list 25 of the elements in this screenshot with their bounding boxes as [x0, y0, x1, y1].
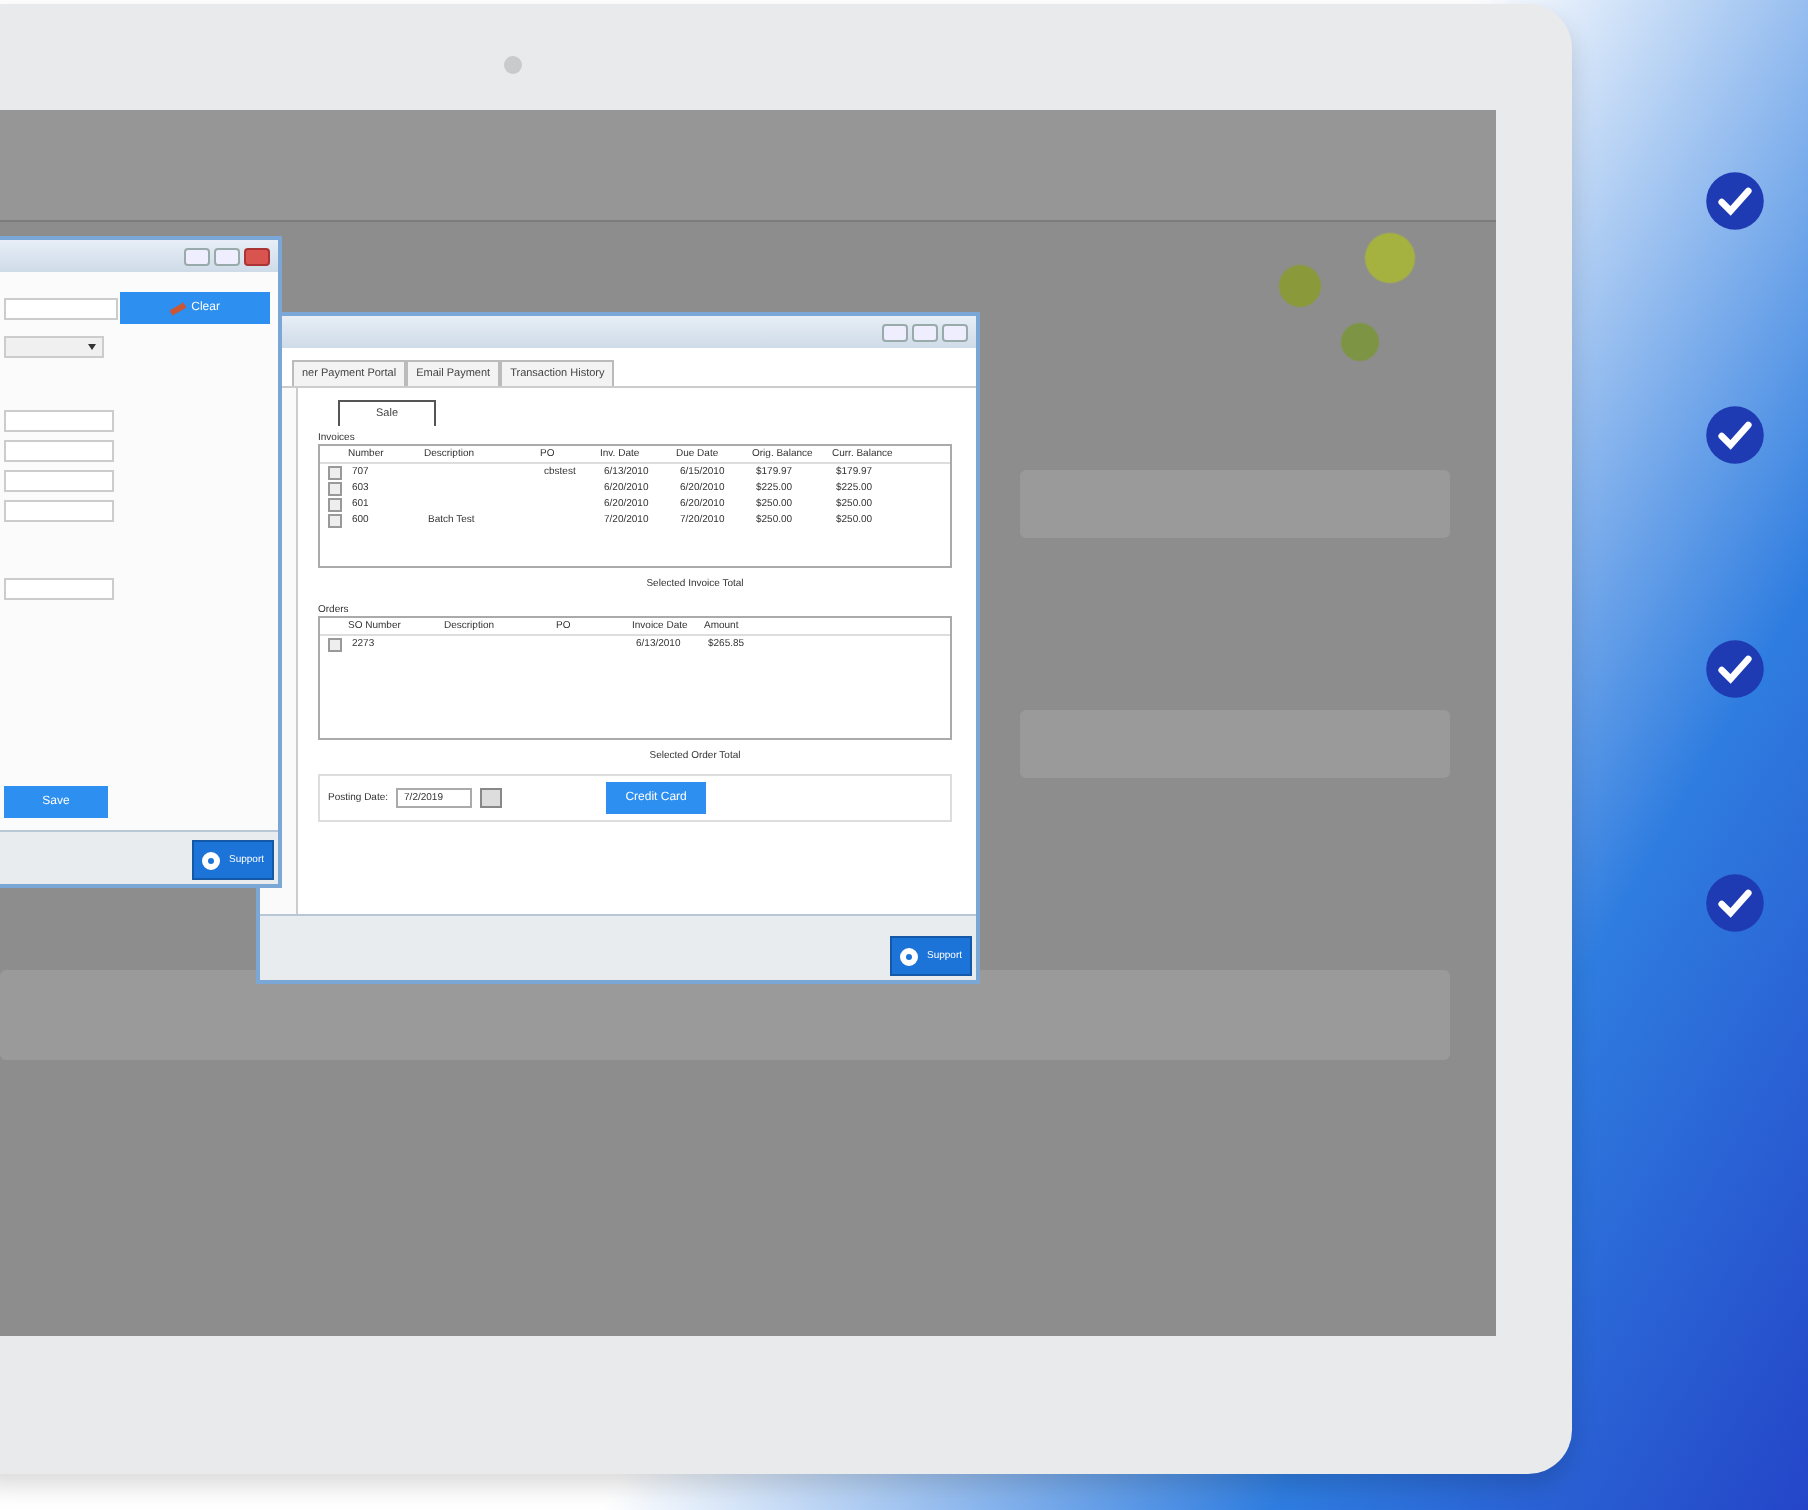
checkbox[interactable]: [328, 465, 342, 479]
check-icon: [1704, 404, 1766, 466]
minimize-icon[interactable]: [184, 247, 210, 265]
input-field[interactable]: [4, 500, 114, 522]
check-icon: [1704, 638, 1766, 700]
check-icon: [1704, 170, 1766, 232]
check-icon: [1704, 872, 1766, 934]
input-field[interactable]: [4, 410, 114, 432]
input-field[interactable]: [4, 470, 114, 492]
camera-dot: [504, 56, 522, 74]
lifebuoy-icon: [900, 947, 919, 965]
checkbox[interactable]: [328, 481, 342, 495]
checkbox[interactable]: [328, 497, 342, 511]
input-field[interactable]: [4, 297, 118, 319]
maximize-icon[interactable]: [912, 323, 938, 341]
input-field[interactable]: [4, 440, 114, 462]
close-icon[interactable]: [244, 247, 270, 265]
caret-icon: [88, 344, 96, 350]
checkbox[interactable]: [328, 637, 342, 651]
checkbox[interactable]: [328, 513, 342, 527]
minimize-icon[interactable]: [882, 323, 908, 341]
input-field[interactable]: [4, 578, 114, 600]
lifebuoy-icon: [202, 851, 221, 869]
calendar-icon[interactable]: [480, 788, 503, 808]
dropdown[interactable]: [4, 336, 104, 358]
